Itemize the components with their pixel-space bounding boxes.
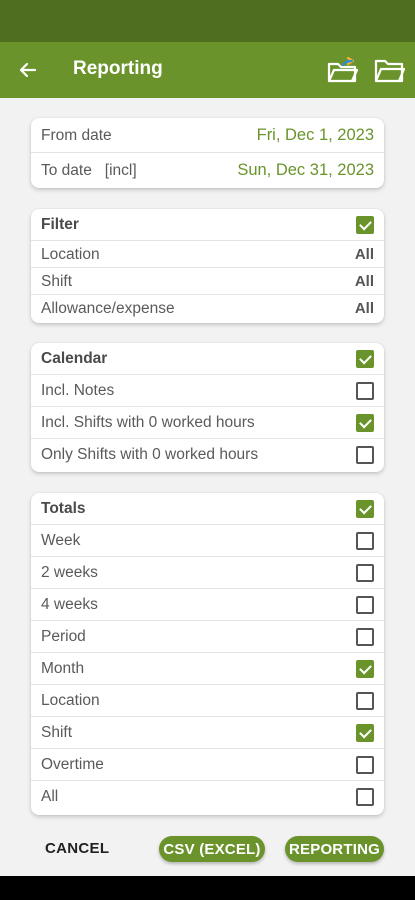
to-date-label-text: To date: [41, 161, 92, 179]
filter-location-label: Location: [41, 245, 100, 263]
totals-month-row[interactable]: Month: [31, 653, 384, 685]
filter-shift-row[interactable]: Shift All: [31, 268, 384, 295]
to-date-row[interactable]: To date [incl] Sun, Dec 31, 2023: [31, 153, 384, 188]
back-button[interactable]: [14, 56, 42, 84]
calendar-header-row[interactable]: Calendar: [31, 343, 384, 375]
export-folder-icon: [327, 56, 359, 83]
from-date-label: From date: [41, 126, 112, 144]
arrow-left-icon: [19, 62, 37, 78]
totals-shift-checkbox[interactable]: [356, 724, 374, 742]
totals-month-checkbox[interactable]: [356, 660, 374, 678]
totals-location-row[interactable]: Location: [31, 685, 384, 717]
totals-header-row[interactable]: Totals: [31, 493, 384, 525]
totals-location-checkbox[interactable]: [356, 692, 374, 710]
app-bar: Reporting: [0, 42, 415, 98]
totals-week-row[interactable]: Week: [31, 525, 384, 557]
totals-4weeks-checkbox[interactable]: [356, 596, 374, 614]
totals-4weeks-row[interactable]: 4 weeks: [31, 589, 384, 621]
calendar-incl-zero-row[interactable]: Incl. Shifts with 0 worked hours: [31, 407, 384, 439]
reporting-button[interactable]: REPORTING: [285, 836, 384, 862]
calendar-only-zero-checkbox[interactable]: [356, 446, 374, 464]
totals-card: Totals Week 2 weeks 4 weeks Period Month…: [31, 493, 384, 815]
export-button[interactable]: [326, 55, 360, 85]
totals-overtime-checkbox[interactable]: [356, 756, 374, 774]
filter-header-row[interactable]: Filter: [31, 209, 384, 241]
from-date-row[interactable]: From date Fri, Dec 1, 2023: [31, 118, 384, 153]
folder-open-icon: [374, 59, 406, 83]
folder-button[interactable]: [373, 55, 407, 85]
calendar-checkbox[interactable]: [356, 350, 374, 368]
totals-2weeks-label: 2 weeks: [41, 564, 98, 581]
filter-title: Filter: [41, 216, 79, 233]
filter-allowance-value[interactable]: All: [355, 300, 374, 317]
totals-period-checkbox[interactable]: [356, 628, 374, 646]
filter-allowance-row[interactable]: Allowance/expense All: [31, 295, 384, 322]
to-date-incl-text: [incl]: [104, 161, 137, 179]
status-bar: [0, 0, 415, 42]
filter-checkbox[interactable]: [356, 216, 374, 234]
page-title: Reporting: [73, 58, 163, 79]
csv-export-button[interactable]: CSV (EXCEL): [159, 836, 265, 862]
totals-overtime-label: Overtime: [41, 756, 104, 773]
from-date-value[interactable]: Fri, Dec 1, 2023: [257, 126, 374, 145]
totals-location-label: Location: [41, 692, 100, 709]
calendar-notes-row[interactable]: Incl. Notes: [31, 375, 384, 407]
totals-shift-label: Shift: [41, 724, 73, 741]
filter-shift-value[interactable]: All: [355, 273, 374, 290]
totals-all-row[interactable]: All: [31, 781, 384, 813]
totals-period-row[interactable]: Period: [31, 621, 384, 653]
filter-card: Filter Location All Shift All Allowance/…: [31, 209, 384, 323]
calendar-title: Calendar: [41, 350, 108, 367]
calendar-only-zero-label: Only Shifts with 0 worked hours: [41, 446, 259, 463]
date-range-card: From date Fri, Dec 1, 2023 To date [incl…: [31, 118, 384, 188]
filter-location-row[interactable]: Location All: [31, 241, 384, 268]
calendar-incl-zero-checkbox[interactable]: [356, 414, 374, 432]
totals-week-checkbox[interactable]: [356, 532, 374, 550]
filter-location-value[interactable]: All: [355, 246, 374, 263]
totals-shift-row[interactable]: Shift: [31, 717, 384, 749]
filter-shift-label: Shift: [41, 272, 73, 290]
totals-title: Totals: [41, 500, 86, 517]
totals-all-checkbox[interactable]: [356, 788, 374, 806]
totals-month-label: Month: [41, 660, 85, 677]
totals-week-label: Week: [41, 532, 81, 549]
calendar-only-zero-row[interactable]: Only Shifts with 0 worked hours: [31, 439, 384, 471]
navigation-bar: [0, 876, 415, 900]
totals-2weeks-checkbox[interactable]: [356, 564, 374, 582]
cancel-button[interactable]: CANCEL: [45, 840, 109, 857]
calendar-incl-zero-label: Incl. Shifts with 0 worked hours: [41, 414, 255, 431]
filter-allowance-label: Allowance/expense: [41, 299, 175, 317]
to-date-value[interactable]: Sun, Dec 31, 2023: [237, 161, 374, 180]
totals-overtime-row[interactable]: Overtime: [31, 749, 384, 781]
totals-period-label: Period: [41, 628, 86, 645]
calendar-card: Calendar Incl. Notes Incl. Shifts with 0…: [31, 343, 384, 472]
calendar-notes-checkbox[interactable]: [356, 382, 374, 400]
totals-all-label: All: [41, 788, 59, 805]
totals-checkbox[interactable]: [356, 500, 374, 518]
to-date-label: To date [incl]: [41, 162, 137, 180]
totals-4weeks-label: 4 weeks: [41, 596, 98, 613]
calendar-notes-label: Incl. Notes: [41, 382, 115, 399]
totals-2weeks-row[interactable]: 2 weeks: [31, 557, 384, 589]
